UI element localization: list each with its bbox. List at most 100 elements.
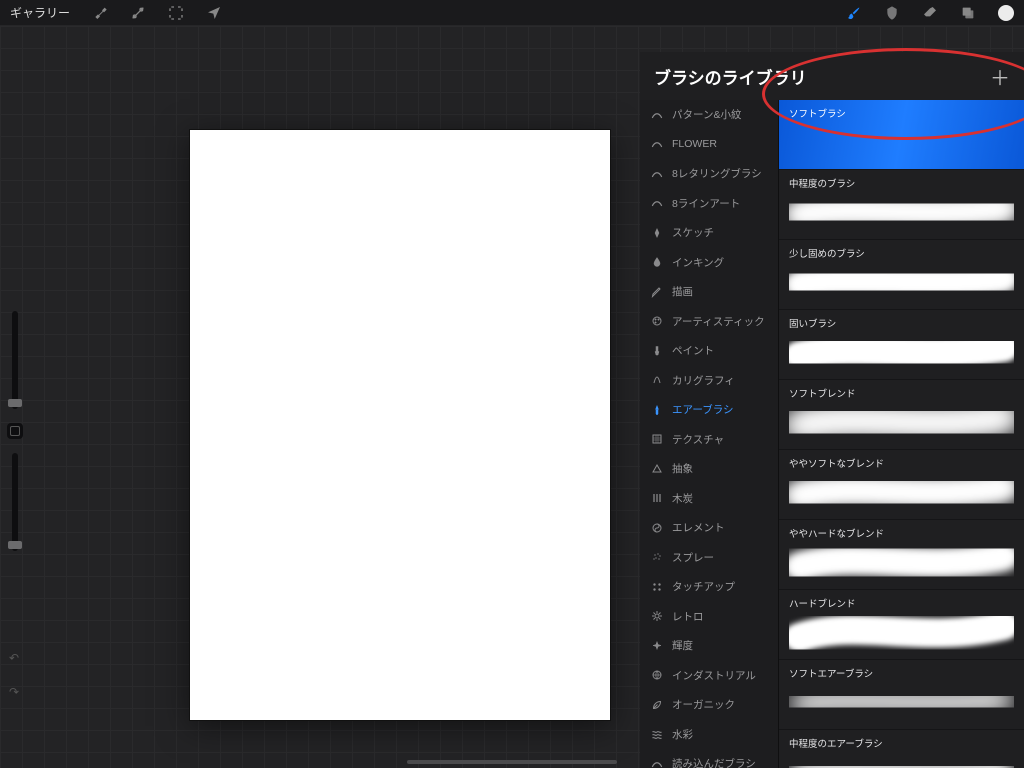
brush-tool-icon[interactable] [846, 5, 862, 21]
dots-icon [650, 580, 664, 594]
brush-set-item[interactable]: エレメント [640, 513, 778, 543]
modify-button[interactable] [7, 423, 23, 439]
spray-icon [650, 550, 664, 564]
smudge-tool-icon[interactable] [884, 5, 900, 21]
transform-icon[interactable] [206, 5, 222, 21]
brush-set-item[interactable]: 描画 [640, 277, 778, 307]
brush-preview [789, 470, 1014, 513]
eraser-tool-icon[interactable] [922, 5, 938, 21]
brush-set-label: 抽象 [672, 461, 693, 476]
brush-set-item[interactable]: テクスチャ [640, 425, 778, 455]
brush-preview [789, 610, 1014, 653]
brush-set-item[interactable]: FLOWER [640, 130, 778, 160]
brush-set-item[interactable]: アーティスティック [640, 307, 778, 337]
brush-preview [789, 190, 1014, 233]
brush-item[interactable]: 固いブラシ [779, 310, 1024, 380]
canvas-stage: ↶ ↷ ブラシのライブラリ ＋ パターン&小紋FLOWER8レタリングブラシ 8ラ… [0, 26, 1024, 768]
palette-icon [650, 314, 664, 328]
wrench-icon[interactable] [92, 5, 108, 21]
brush-set-label: エレメント [672, 520, 725, 535]
brush-set-label: 輝度 [672, 638, 693, 653]
brush-set-item[interactable]: オーガニック [640, 690, 778, 720]
brush-set-item[interactable]: カリグラフィ [640, 366, 778, 396]
brush-set-item[interactable]: 8ラインアート [640, 189, 778, 219]
brush-item[interactable]: ソフトブラシ [779, 100, 1024, 170]
panel-title: ブラシのライブラリ [654, 64, 807, 89]
brush-name: ややハードなブレンド [789, 526, 1014, 540]
waves-icon [650, 727, 664, 741]
brush-set-label: スプレー [672, 550, 714, 565]
brush-name: ややソフトなブレンド [789, 456, 1014, 470]
brush-set-item[interactable]: ペイント [640, 336, 778, 366]
brush-set-item[interactable]: 輝度 [640, 631, 778, 661]
brush-name: 中程度のブラシ [789, 176, 1014, 190]
gallery-button[interactable]: ギャラリー [10, 4, 70, 21]
pencil-icon [650, 226, 664, 240]
brush-item[interactable]: 少し固めのブラシ [779, 240, 1024, 310]
brush-size-slider[interactable] [12, 311, 18, 409]
brush-set-label: カリグラフィ [672, 373, 735, 388]
brush-set-item[interactable]: 水彩 [640, 720, 778, 750]
brush-set-label: タッチアップ [672, 579, 735, 594]
brush-set-item[interactable]: エアーブラシ [640, 395, 778, 425]
layers-icon[interactable] [960, 5, 976, 21]
brush-set-item[interactable]: レトロ [640, 602, 778, 632]
undo-button[interactable]: ↶ [6, 651, 22, 665]
brush-set-label: エアーブラシ [672, 402, 734, 417]
brush-set-item[interactable]: パターン&小紋 [640, 100, 778, 130]
color-swatch[interactable] [998, 5, 1014, 21]
brush-set-label: スケッチ [672, 225, 714, 240]
calligraphy-icon [650, 373, 664, 387]
adjust-icon[interactable] [130, 5, 146, 21]
brush-item[interactable]: ややハードなブレンド [779, 520, 1024, 590]
brush-set-label: インダストリアル [672, 668, 756, 683]
brush-set-label: 描画 [672, 284, 693, 299]
brush-set-label: 8ラインアート [672, 196, 740, 211]
brush-set-label: 水彩 [672, 727, 693, 742]
bars-icon [650, 491, 664, 505]
top-toolbar: ギャラリー [0, 0, 1024, 26]
brush-set-item[interactable]: 読み込んだブラシ [640, 749, 778, 768]
left-slider-dock [6, 311, 24, 565]
brush-set-label: 木炭 [672, 491, 693, 506]
brush-item[interactable]: ソフトブレンド [779, 380, 1024, 450]
brush-set-item[interactable]: スケッチ [640, 218, 778, 248]
brush-name: ソフトブレンド [789, 386, 1014, 400]
add-brush-button[interactable]: ＋ [990, 62, 1010, 91]
brush-item[interactable]: ソフトエアーブラシ [779, 660, 1024, 730]
brush-item[interactable]: ハードブレンド [779, 590, 1024, 660]
brush-preview [789, 260, 1014, 303]
brush-item[interactable]: ややソフトなブレンド [779, 450, 1024, 520]
brush-set-item[interactable]: インダストリアル [640, 661, 778, 691]
brush-set-item[interactable]: タッチアップ [640, 572, 778, 602]
brush-set-item[interactable]: スプレー [640, 543, 778, 573]
brush-set-label: レトロ [672, 609, 704, 624]
airbrush-icon [650, 403, 664, 417]
redo-button[interactable]: ↷ [6, 685, 22, 699]
gear-icon [650, 609, 664, 623]
brush-set-label: 読み込んだブラシ [672, 756, 756, 768]
brush-opacity-handle[interactable] [8, 541, 22, 549]
undo-redo-group: ↶ ↷ [6, 651, 22, 699]
brush-set-item[interactable]: インキング [640, 248, 778, 278]
brush-name: ハードブレンド [789, 596, 1014, 610]
brush-item[interactable]: 中程度のブラシ [779, 170, 1024, 240]
brush-item[interactable]: 中程度のエアーブラシ [779, 730, 1024, 768]
brush-preview [789, 750, 1014, 768]
brush-set-item[interactable]: 抽象 [640, 454, 778, 484]
brush-size-handle[interactable] [8, 399, 22, 407]
brush-preview [789, 330, 1014, 373]
stroke-icon [650, 757, 664, 768]
brush-name: 固いブラシ [789, 316, 1014, 330]
canvas[interactable] [190, 130, 610, 720]
brush-set-item[interactable]: 木炭 [640, 484, 778, 514]
brush-icon [650, 344, 664, 358]
brush-preview [789, 680, 1014, 723]
brush-opacity-slider[interactable] [12, 453, 18, 551]
brush-set-list[interactable]: パターン&小紋FLOWER8レタリングブラシ 8ラインアートスケッチインキング描画… [640, 100, 779, 768]
brush-preview [789, 400, 1014, 443]
texture-icon [650, 432, 664, 446]
brush-list[interactable]: ソフトブラシ 中程度のブラシ 少し固めのブラシ 固いブラシ ソフトブレンド やや… [779, 100, 1024, 768]
select-icon[interactable] [168, 5, 184, 21]
brush-set-item[interactable]: 8レタリングブラシ [640, 159, 778, 189]
